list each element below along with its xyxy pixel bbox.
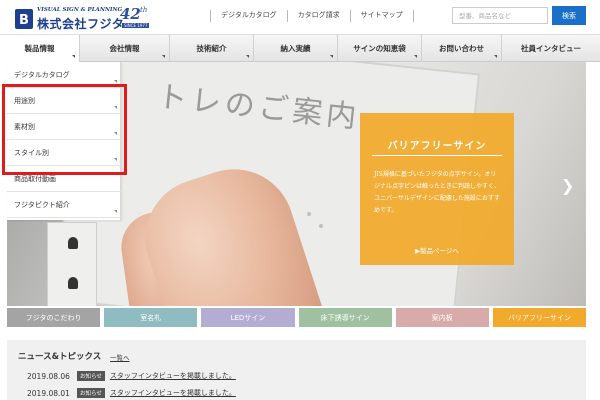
global-nav: 製品情報 会社情報 技術紹介 納入実績 サインの知恵袋 お問い合わせ 社員インタ… bbox=[0, 34, 600, 62]
nav-label: 社員インタビュー bbox=[521, 44, 581, 53]
nav-item-contact[interactable]: お問い合わせ bbox=[422, 35, 502, 62]
caret-icon bbox=[72, 55, 75, 58]
search-button[interactable]: 検索 bbox=[552, 6, 586, 25]
anniversary-since: SINCE 1977 bbox=[122, 23, 150, 28]
anniversary-suffix: th bbox=[140, 6, 148, 14]
news-more-link[interactable]: 一覧へ bbox=[110, 352, 130, 362]
chevron-right-icon[interactable]: ❯ bbox=[561, 176, 574, 195]
category-kodawari[interactable]: フジタのこだわり bbox=[7, 308, 101, 327]
promo-card[interactable]: バリアフリーサイン JIS規格に基づいたフジタの点字サイン。オリジナル点字ピンは… bbox=[360, 113, 514, 265]
caret-icon bbox=[330, 55, 333, 58]
braille-dot bbox=[307, 212, 311, 216]
news-badge: お知らせ bbox=[77, 371, 105, 381]
nav-item-products[interactable]: 製品情報 bbox=[0, 35, 80, 62]
link-digital-catalog[interactable]: デジタルカタログ bbox=[210, 10, 287, 22]
anniversary-number: 42 bbox=[120, 5, 141, 23]
logo-tagline: VISUAL SIGN & PLANNING bbox=[37, 7, 123, 13]
nav-label: 会社情報 bbox=[109, 44, 140, 53]
nav-item-interview[interactable]: 社員インタビュー bbox=[502, 35, 600, 62]
link-sitemap[interactable]: サイトマップ bbox=[349, 10, 414, 22]
promo-divider bbox=[372, 155, 502, 156]
category-bar: フジタのこだわり 室名札 LEDサイン 床下誘導サイン 案内板 バリアフリーサイ… bbox=[7, 308, 587, 327]
news-date: 2019.08.06 bbox=[27, 371, 70, 381]
news-date: 2019.08.01 bbox=[27, 388, 70, 398]
caret-icon bbox=[162, 55, 165, 58]
category-guide-board[interactable]: 案内板 bbox=[395, 308, 489, 327]
hero-wall-panel bbox=[47, 222, 97, 306]
anniversary-badge: 42 th SINCE 1977 bbox=[118, 5, 154, 31]
category-led-sign[interactable]: LEDサイン bbox=[201, 308, 295, 327]
nav-item-sign-tips[interactable]: サインの知恵袋 bbox=[338, 35, 422, 62]
site-header: B VISUAL SIGN & PLANNING 株式会社フジタ 42 th S… bbox=[0, 0, 600, 34]
news-link[interactable]: スタッフインタビューを掲載しました。 bbox=[110, 388, 236, 398]
highlight-annotation-box bbox=[2, 84, 127, 175]
category-floor-guide-sign[interactable]: 床下誘導サイン bbox=[298, 308, 392, 327]
category-barrier-free[interactable]: バリアフリーサイン bbox=[492, 308, 587, 327]
promo-product-link[interactable]: ▶製品ページへ bbox=[360, 245, 514, 255]
news-link[interactable]: スタッフインタビューを掲載しました。 bbox=[110, 371, 236, 381]
category-room-nameplate[interactable]: 室名札 bbox=[104, 308, 198, 327]
news-title: ニュース&トピックス bbox=[18, 352, 102, 362]
dropdown-item-pictogram[interactable]: フジタピクト紹介 bbox=[7, 192, 121, 218]
caret-icon bbox=[246, 55, 249, 58]
nav-item-technology[interactable]: 技術紹介 bbox=[170, 35, 254, 62]
nav-item-works[interactable]: 納入実績 bbox=[254, 35, 338, 62]
nav-label: サインの知恵袋 bbox=[353, 44, 406, 53]
utility-links: デジタルカタログ カタログ請求 サイトマップ bbox=[210, 10, 414, 22]
nav-label: 製品情報 bbox=[24, 44, 55, 53]
caret-icon bbox=[494, 55, 497, 58]
logo-company-name: 株式会社フジタ bbox=[37, 17, 125, 31]
toilet-pictogram-icon bbox=[68, 237, 78, 249]
nav-label: 技術紹介 bbox=[196, 44, 227, 53]
braille-dot bbox=[319, 224, 323, 228]
news-item: 2019.08.01 お知らせ スタッフインタビューを掲載しました。 bbox=[27, 387, 236, 399]
fujita-logo-icon: B bbox=[15, 9, 33, 29]
dropdown-label: フジタピクト紹介 bbox=[14, 200, 70, 209]
link-catalog-request[interactable]: カタログ請求 bbox=[286, 10, 350, 22]
caret-icon bbox=[114, 210, 117, 213]
nav-label: 納入実績 bbox=[280, 44, 311, 53]
promo-description: JIS規格に基づいたフジタの点字サイン。オリジナル点字ピンは触ったときに判読しや… bbox=[374, 171, 500, 214]
search-input[interactable] bbox=[452, 7, 548, 24]
caret-icon bbox=[114, 80, 117, 83]
news-item: 2019.08.06 お知らせ スタッフインタビューを掲載しました。 bbox=[27, 370, 236, 382]
nav-item-company[interactable]: 会社情報 bbox=[80, 35, 170, 62]
promo-title: バリアフリーサイン bbox=[387, 141, 487, 152]
dropdown-label: デジタルカタログ bbox=[14, 70, 70, 79]
nav-label: お問い合わせ bbox=[439, 44, 484, 53]
toilet-pictogram-icon bbox=[68, 277, 78, 289]
news-badge: お知らせ bbox=[77, 388, 105, 398]
news-section: ニュース&トピックス 一覧へ 2019.08.06 お知らせ スタッフインタビュ… bbox=[7, 340, 586, 400]
dropdown-label: 商品取付動画 bbox=[14, 174, 56, 183]
caret-icon bbox=[414, 55, 417, 58]
svg-text:B: B bbox=[19, 13, 29, 28]
